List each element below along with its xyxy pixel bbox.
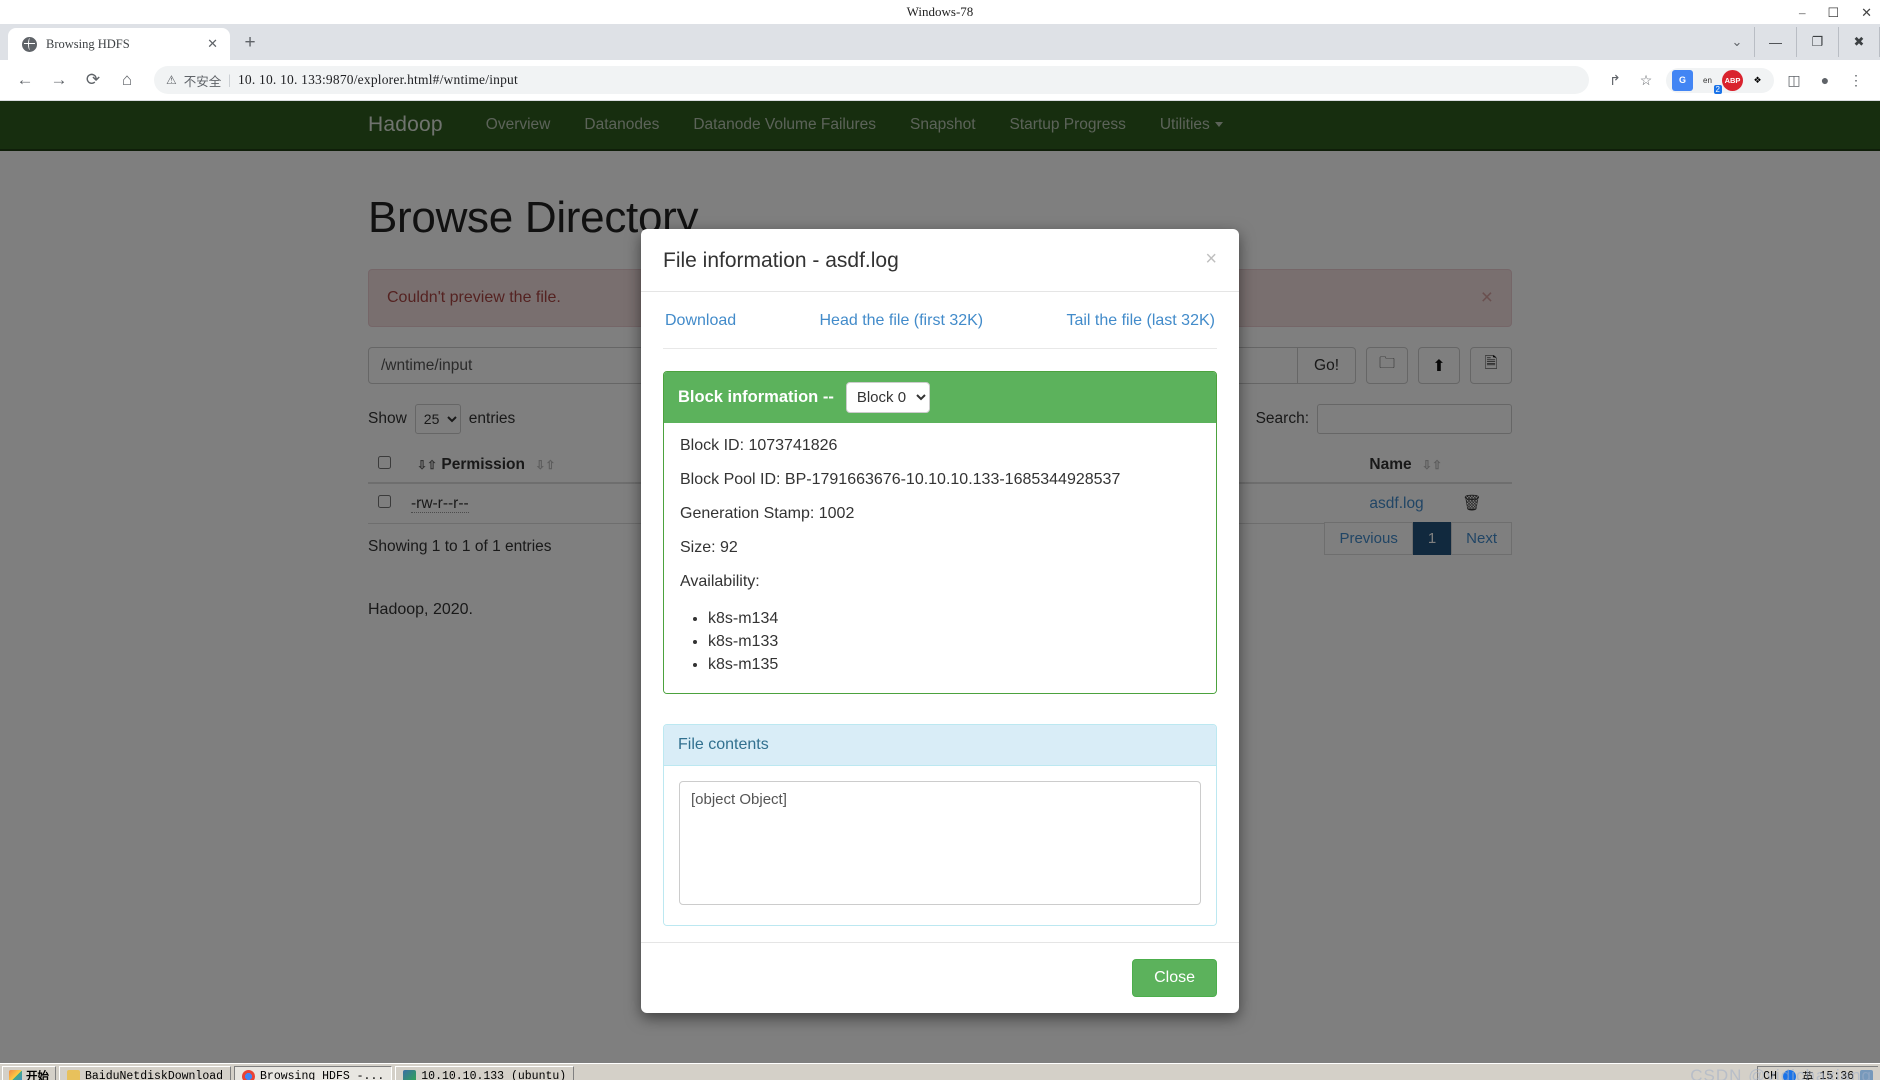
insecure-label: 不安全 <box>183 74 222 89</box>
browser-menu-icon[interactable]: ⋮ <box>1842 66 1870 94</box>
block-information-header: Block information -- Block 0 <box>664 372 1216 423</box>
new-tab-button[interactable]: + <box>236 29 264 57</box>
modal-title: File information - asdf.log <box>663 249 899 272</box>
browser-tabstrip: Browsing HDFS ✕ + ⌄ — ❐ ✖ <box>0 24 1880 60</box>
adblock-plus-icon[interactable]: ABP <box>1722 69 1743 91</box>
windows-logo-icon <box>9 1069 22 1080</box>
head-file-link[interactable]: Head the file (first 32K) <box>820 312 984 330</box>
block-pool-id-text: Block Pool ID: BP-1791663676-10.10.10.13… <box>680 471 1121 488</box>
generation-stamp-text: Generation Stamp: 1002 <box>680 505 855 522</box>
block-information-panel: Block information -- Block 0 Block ID: 1… <box>663 371 1217 694</box>
taskbar-item-label: Browsing HDFS -... <box>260 1069 385 1080</box>
taskbar-item-baidunetdisk[interactable]: BaiduNetdiskDownload <box>59 1066 232 1080</box>
chrome-icon <box>242 1069 256 1080</box>
availability-label: Availability: <box>680 573 760 590</box>
taskbar-item-chrome[interactable]: Browsing HDFS -... <box>234 1066 393 1080</box>
file-information-modal: File information - asdf.log × Download H… <box>641 229 1239 1013</box>
side-panel-icon[interactable]: ◫ <box>1780 66 1808 94</box>
file-contents-body: [object Object] <box>664 765 1216 925</box>
back-icon[interactable]: ← <box>10 65 40 95</box>
taskbar-item-xshell[interactable]: 10.10.10.133 (ubuntu) <box>395 1066 575 1080</box>
warning-icon: ⚠ <box>166 72 177 87</box>
file-contents-panel: File contents [object Object] <box>663 723 1217 926</box>
tabstrip-right-controls: ⌄ — ❐ ✖ <box>1720 24 1880 60</box>
os-minimize-button[interactable]: – <box>1799 6 1806 19</box>
address-bar[interactable]: ⚠ 不安全 | 10. 10. 10. 133:9870/explorer.ht… <box>154 66 1589 94</box>
ime-icon[interactable] <box>1782 1070 1796 1080</box>
browser-toolbar: ← → ⟳ ⌂ ⚠ 不安全 | 10. 10. 10. 133:9870/exp… <box>0 60 1880 101</box>
os-maximize-button[interactable]: ☐ <box>1827 6 1839 19</box>
puzzle-extensions-icon[interactable]: ❖ <box>1747 70 1768 91</box>
omnibox-separator: | <box>228 72 231 87</box>
taskbar-item-label: 10.10.10.133 (ubuntu) <box>421 1069 567 1080</box>
start-button-label: 开始 <box>26 1071 49 1080</box>
tray-clock: 15:36 <box>1819 1070 1854 1080</box>
address-bar-url: 10. 10. 10. 133:9870/explorer.html#/wnti… <box>237 72 518 87</box>
windows-taskbar: 开始 BaiduNetdiskDownload Browsing HDFS -.… <box>0 1063 1880 1080</box>
list-item: k8s-m133 <box>708 630 1200 653</box>
extensions-pill: G en 2 ABP ❖ <box>1666 67 1774 94</box>
toolbar-right-icons: ↱ ☆ G en 2 ABP ❖ ◫ ● ⋮ <box>1601 66 1870 94</box>
list-item: k8s-m134 <box>708 607 1200 630</box>
reload-icon[interactable]: ⟳ <box>78 65 108 95</box>
network-icon[interactable] <box>1860 1070 1873 1080</box>
tray-ime-label[interactable]: 英 <box>1802 1069 1814 1080</box>
os-window-controls: – ☐ ✕ <box>1799 0 1872 24</box>
browser-minimize-button[interactable]: — <box>1754 27 1796 57</box>
size-text: Size: 92 <box>680 539 738 556</box>
tray-language-indicator[interactable]: CH <box>1763 1070 1777 1080</box>
share-icon[interactable]: ↱ <box>1601 66 1629 94</box>
block-select[interactable]: Block 0 <box>845 382 930 413</box>
os-close-button[interactable]: ✕ <box>1861 6 1872 19</box>
availability-list: k8s-m134 k8s-m133 k8s-m135 <box>708 607 1200 677</box>
tail-file-link[interactable]: Tail the file (last 32K) <box>1066 312 1215 330</box>
taskbar-item-label: BaiduNetdiskDownload <box>85 1069 224 1080</box>
english-dictionary-icon[interactable]: en 2 <box>1697 70 1722 94</box>
google-translate-icon[interactable]: G <box>1672 69 1693 91</box>
bookmark-star-icon[interactable]: ☆ <box>1632 66 1660 94</box>
close-button[interactable]: Close <box>1132 958 1217 997</box>
forward-icon[interactable]: → <box>44 65 74 95</box>
start-button[interactable]: 开始 <box>2 1066 56 1080</box>
list-item: k8s-m135 <box>708 653 1200 676</box>
taskbar-wrapper: 开始 BaiduNetdiskDownload Browsing HDFS -.… <box>0 1063 1880 1080</box>
globe-icon <box>22 36 37 52</box>
chevron-down-icon[interactable]: ⌄ <box>1720 34 1754 50</box>
modal-body: Download Head the file (first 32K) Tail … <box>641 292 1239 942</box>
file-contents-textarea[interactable]: [object Object] <box>679 780 1201 905</box>
ext-en-label: en <box>1703 75 1712 85</box>
block-information-body: Block ID: 1073741826 Block Pool ID: BP-1… <box>664 423 1216 693</box>
os-window-title: Windows-78 <box>906 4 974 19</box>
ext-badge: 2 <box>1713 84 1722 94</box>
browser-close-button[interactable]: ✖ <box>1838 27 1880 57</box>
block-id-text: Block ID: 1073741826 <box>680 437 838 454</box>
home-icon[interactable]: ⌂ <box>112 65 142 95</box>
file-contents-header: File contents <box>664 724 1216 766</box>
page-viewport: Hadoop Overview Datanodes Datanode Volum… <box>0 101 1880 1063</box>
os-window-titlebar: Windows-78 – ☐ ✕ <box>0 0 1880 24</box>
system-tray: CH 英 15:36 <box>1757 1065 1878 1080</box>
browser-tab-title: Browsing HDFS <box>46 36 130 51</box>
modal-footer: Close <box>641 941 1239 1013</box>
close-icon[interactable]: × <box>1205 249 1217 269</box>
browser-tab[interactable]: Browsing HDFS ✕ <box>8 28 230 60</box>
block-information-label: Block information -- <box>678 388 834 406</box>
modal-header: File information - asdf.log × <box>641 229 1239 292</box>
close-icon[interactable]: ✕ <box>203 36 222 52</box>
profile-avatar-icon[interactable]: ● <box>1811 66 1839 94</box>
browser-restore-button[interactable]: ❐ <box>1796 27 1838 57</box>
download-link[interactable]: Download <box>665 312 736 330</box>
folder-icon <box>67 1069 80 1080</box>
terminal-icon <box>403 1069 417 1080</box>
file-action-links: Download Head the file (first 32K) Tail … <box>663 310 1217 349</box>
